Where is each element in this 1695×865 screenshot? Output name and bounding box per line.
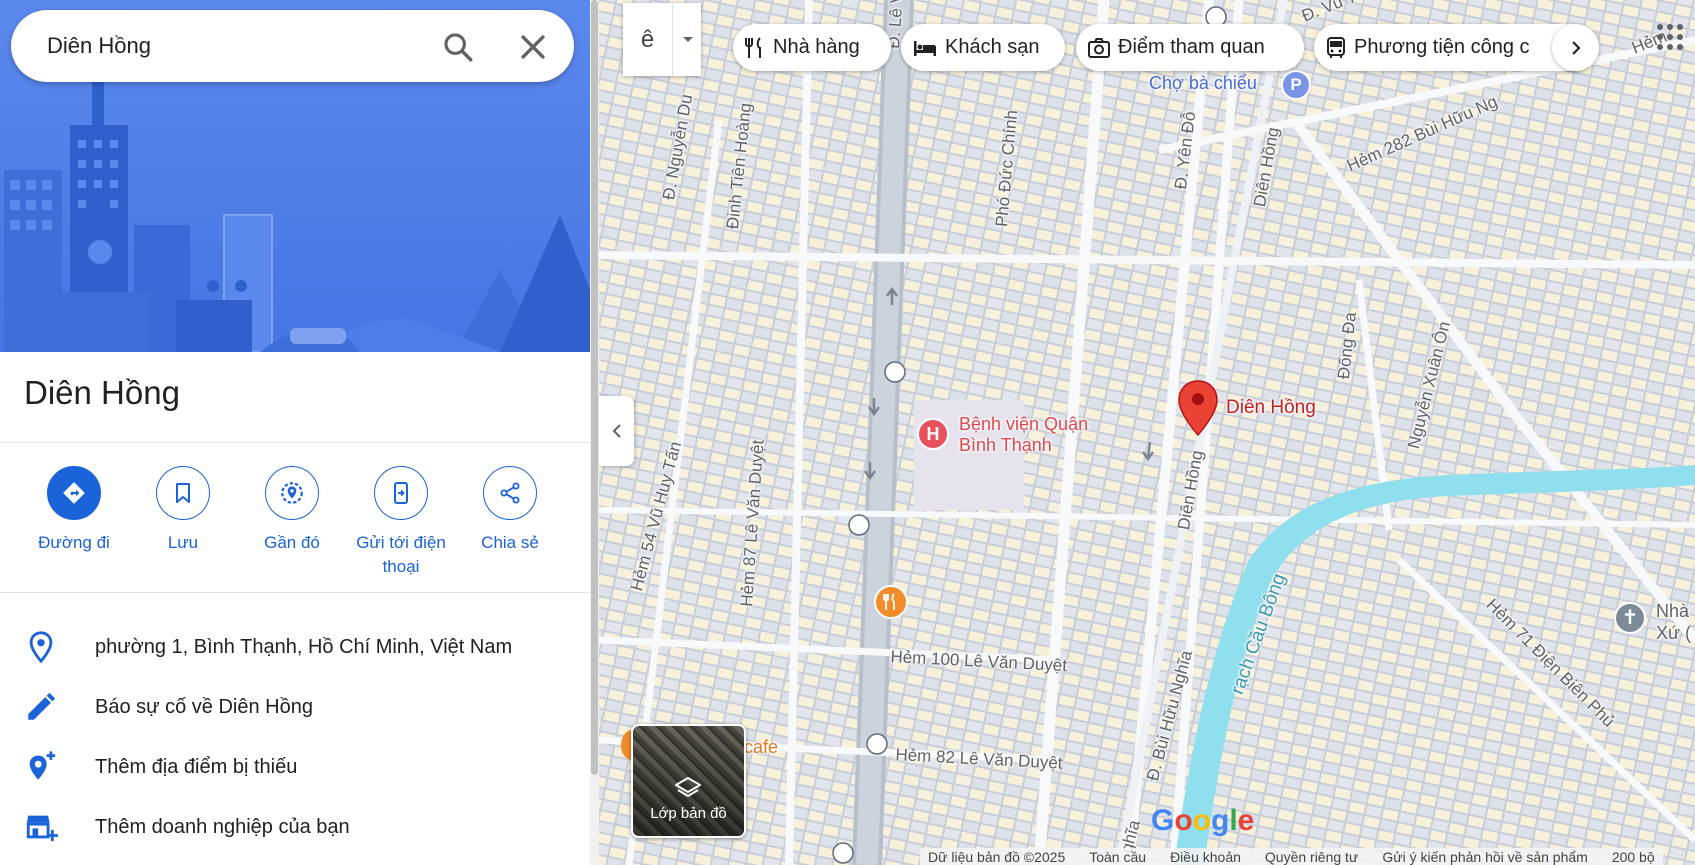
action-label: Đường đi xyxy=(38,533,110,552)
location-pin-icon xyxy=(24,630,58,664)
poi-label[interactable]: Chợ bà chiểu xyxy=(1149,73,1257,94)
nearby-button[interactable]: Gần đó xyxy=(233,466,351,555)
chevron-right-icon xyxy=(1571,40,1581,55)
close-icon[interactable] xyxy=(516,30,550,64)
chip-label: Phương tiện công c xyxy=(1354,36,1530,58)
layers-button[interactable]: Lớp bản đồ xyxy=(631,724,746,838)
chip-hotels[interactable]: Khách sạn xyxy=(901,24,1065,71)
restaurant-icon[interactable] xyxy=(874,585,908,619)
divider xyxy=(0,592,590,593)
place-marker-icon[interactable] xyxy=(1178,380,1218,437)
send-to-phone-button[interactable]: Gửi tới điện thoại xyxy=(342,466,460,579)
chips-next-button[interactable] xyxy=(1552,24,1599,71)
hospital-label-1: Bệnh viện Quận xyxy=(959,414,1089,434)
chip-attractions[interactable]: Điểm tham quan xyxy=(1076,24,1304,71)
poi-label[interactable]: Nhà Xứ ( xyxy=(1656,600,1691,644)
church-label-1: Nhà xyxy=(1656,601,1690,621)
share-button[interactable]: Chia sẻ xyxy=(451,466,569,555)
terms-link[interactable]: Điều khoản xyxy=(1170,849,1241,865)
search-box[interactable]: Diên Hồng xyxy=(11,10,574,82)
report-issue-row[interactable]: Báo sự cố về Diên Hồng xyxy=(0,678,590,736)
marker-label[interactable]: Diên Hồng xyxy=(1226,397,1316,419)
map-footer: Dữ liệu bản đồ ©2025 Toàn cầu Điều khoản… xyxy=(920,848,1663,865)
action-label: Lưu xyxy=(167,533,199,552)
action-label: Chia sẻ xyxy=(481,533,539,552)
search-icon[interactable] xyxy=(441,30,475,64)
privacy-link[interactable]: Quyền riêng tư xyxy=(1265,849,1358,865)
add-business-icon xyxy=(24,810,58,844)
chevron-left-icon xyxy=(612,424,621,438)
transit-bus-icon xyxy=(1327,36,1345,58)
directions-button[interactable]: Đường đi xyxy=(15,466,133,555)
google-logo: Google xyxy=(1151,804,1255,837)
input-tools-button[interactable]: ê xyxy=(623,3,701,76)
parking-icon[interactable]: P xyxy=(1281,70,1311,100)
feedback-link[interactable]: Gửi ý kiến phản hồi về sản phẩm xyxy=(1382,849,1588,865)
add-place-text: Thêm địa điểm bị thiếu xyxy=(95,756,298,778)
action-label: Gửi tới điện thoại xyxy=(356,533,446,576)
input-tools-label[interactable]: ê xyxy=(623,3,673,76)
directions-icon xyxy=(47,466,101,520)
layers-icon xyxy=(675,777,701,797)
chip-restaurants[interactable]: Nhà hàng xyxy=(733,24,891,71)
poi-label[interactable]: cafe xyxy=(744,737,778,758)
send-to-phone-icon xyxy=(374,466,428,520)
church-icon[interactable]: ✝ xyxy=(1614,602,1646,634)
collapse-panel-button[interactable] xyxy=(599,396,634,466)
hospital-label-2: Bình Thạnh xyxy=(959,435,1052,455)
map-streets xyxy=(599,0,1695,865)
chip-label: Điểm tham quan xyxy=(1118,36,1265,58)
hotel-bed-icon xyxy=(914,40,936,56)
report-issue-text: Báo sự cố về Diên Hồng xyxy=(95,696,313,718)
panel-scrollbar[interactable] xyxy=(590,0,599,865)
apps-grid-icon[interactable] xyxy=(1655,22,1685,52)
add-business-text: Thêm doanh nghiệp của bạn xyxy=(95,816,350,838)
map-data-attribution[interactable]: Dữ liệu bản đồ ©2025 xyxy=(928,849,1065,865)
map-canvas[interactable]: Đ. Lê Vă Đ. Vũ Tù Hẻm Đ. Nguyễn Du Đinh … xyxy=(599,0,1695,865)
scale-label[interactable]: 200 bộ xyxy=(1612,849,1655,865)
chip-label: Khách sạn xyxy=(945,36,1040,58)
save-button[interactable]: Lưu xyxy=(124,466,242,555)
google-maps-app: Diên Hồng Diên Hồng Đường đi Lưu Gần đó … xyxy=(0,0,1695,865)
global-link[interactable]: Toàn cầu xyxy=(1089,849,1146,865)
add-place-row[interactable]: Thêm địa điểm bị thiếu xyxy=(0,738,590,796)
camera-icon xyxy=(1088,37,1110,58)
layers-label: Lớp bản đồ xyxy=(650,805,727,822)
address-text: phường 1, Bình Thạnh, Hồ Chí Minh, Việt … xyxy=(95,636,513,658)
restaurant-icon xyxy=(745,36,761,58)
edit-pencil-icon xyxy=(24,690,58,724)
page-title: Diên Hồng xyxy=(24,374,180,411)
address-row[interactable]: phường 1, Bình Thạnh, Hồ Chí Minh, Việt … xyxy=(0,618,590,676)
search-input[interactable]: Diên Hồng xyxy=(47,10,151,82)
bookmark-icon xyxy=(156,466,210,520)
share-icon xyxy=(483,466,537,520)
poi-label[interactable]: Bệnh viện Quận Bình Thạnh xyxy=(959,414,1088,456)
chip-label: Nhà hàng xyxy=(773,36,860,58)
divider xyxy=(0,442,590,443)
nearby-icon xyxy=(265,466,319,520)
add-business-row[interactable]: Thêm doanh nghiệp của bạn xyxy=(0,798,590,856)
action-label: Gần đó xyxy=(264,533,320,552)
chevron-down-icon[interactable] xyxy=(674,3,701,76)
church-label-2: Xứ ( xyxy=(1656,623,1692,643)
hospital-icon[interactable]: H xyxy=(917,418,949,450)
add-place-icon xyxy=(24,750,58,784)
place-panel: Diên Hồng Diên Hồng Đường đi Lưu Gần đó … xyxy=(0,0,590,865)
